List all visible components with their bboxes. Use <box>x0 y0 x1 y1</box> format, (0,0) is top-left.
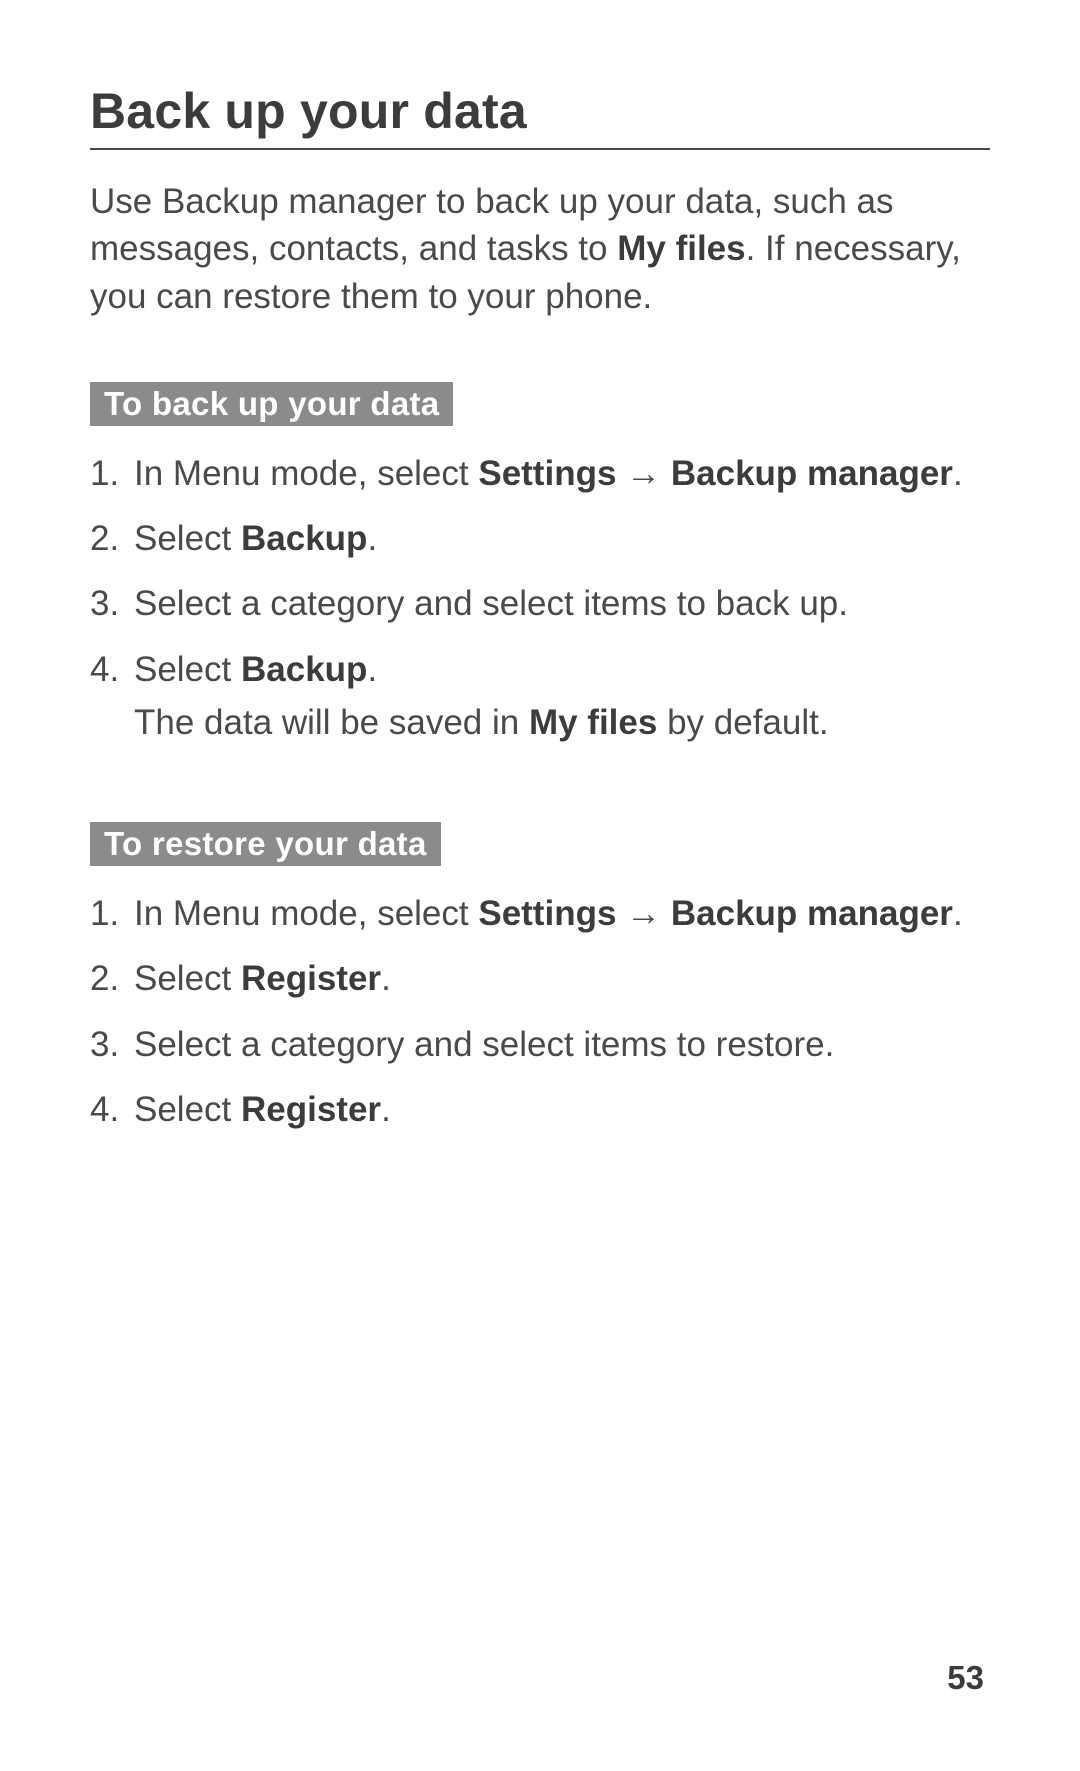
steps-backup: In Menu mode, select Settings → Backup m… <box>90 450 990 746</box>
step-text: . <box>953 894 963 933</box>
step-bold: Backup <box>241 650 367 689</box>
step-text: In Menu mode, select <box>134 894 478 933</box>
step-item: Select a category and select items to re… <box>90 1021 990 1068</box>
step-item: Select a category and select items to ba… <box>90 580 990 627</box>
intro-paragraph: Use Backup manager to back up your data,… <box>90 178 990 320</box>
step-item: Select Register. <box>90 955 990 1002</box>
subheading-backup: To back up your data <box>90 382 453 426</box>
step-sub-text: by default. <box>657 703 828 742</box>
step-sub-text: The data will be saved in <box>134 703 529 742</box>
page-title: Back up your data <box>90 82 990 150</box>
step-bold: Backup <box>241 519 367 558</box>
page-number: 53 <box>947 1659 984 1697</box>
step-item: Select Register. <box>90 1086 990 1133</box>
step-bold: Register <box>241 959 381 998</box>
step-bold: Backup manager <box>671 894 953 933</box>
step-text: Select <box>134 1090 241 1129</box>
step-text: . <box>367 650 377 689</box>
step-text: Select <box>134 519 241 558</box>
step-text: . <box>367 519 377 558</box>
step-bold: Backup manager <box>671 454 953 493</box>
subheading-restore: To restore your data <box>90 822 441 866</box>
step-bold: Register <box>241 1090 381 1129</box>
intro-bold-1: My files <box>617 229 745 268</box>
step-sub-bold: My files <box>529 703 657 742</box>
step-text: Select <box>134 650 241 689</box>
document-page: Back up your data Use Backup manager to … <box>0 0 1080 1771</box>
step-item: Select Backup. <box>90 515 990 562</box>
step-text: Select a category and select items to ba… <box>134 584 848 623</box>
step-item: Select Backup. The data will be saved in… <box>90 646 990 747</box>
step-text: In Menu mode, select <box>134 454 478 493</box>
step-item: In Menu mode, select Settings → Backup m… <box>90 890 990 937</box>
step-text: Select a category and select items to re… <box>134 1025 834 1064</box>
step-text: Select <box>134 959 241 998</box>
step-arrow: → <box>616 894 670 933</box>
step-text: . <box>953 454 963 493</box>
steps-restore: In Menu mode, select Settings → Backup m… <box>90 890 990 1133</box>
step-bold: Settings <box>478 454 616 493</box>
step-subtext: The data will be saved in My files by de… <box>134 699 990 746</box>
step-text: . <box>381 1090 391 1129</box>
step-text: . <box>381 959 391 998</box>
step-arrow: → <box>616 454 670 493</box>
step-item: In Menu mode, select Settings → Backup m… <box>90 450 990 497</box>
step-bold: Settings <box>478 894 616 933</box>
